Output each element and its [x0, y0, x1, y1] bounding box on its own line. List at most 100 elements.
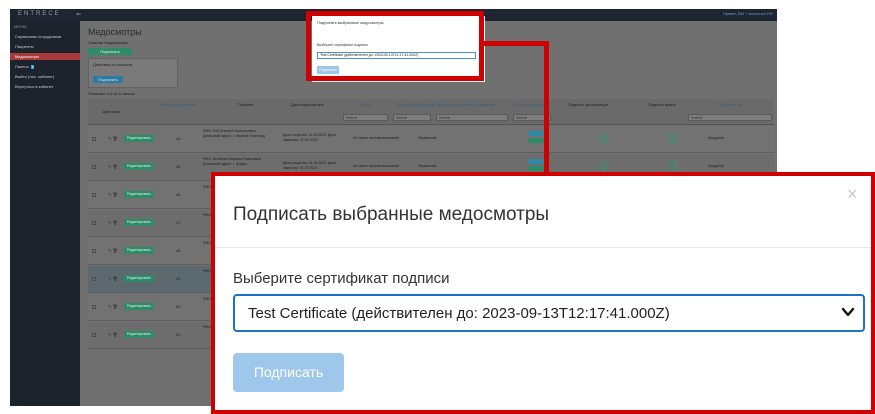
table-header: Действия Номер медосмотра Пациент Дата м…	[88, 99, 774, 125]
count-badge: 1	[30, 65, 35, 69]
status-text: Не имеет противопоказаний	[353, 164, 399, 168]
medcheck-number: 49	[176, 276, 181, 281]
list-actions-label: Действия со списком	[93, 62, 133, 67]
row-checkbox[interactable]	[92, 333, 96, 337]
medcheck-number: 47	[176, 220, 181, 225]
author-filter[interactable]: Любой	[436, 114, 508, 121]
sidebar-item-label: Пакеты	[15, 64, 29, 69]
row-checkbox[interactable]	[92, 249, 96, 253]
sidebar-item-logout[interactable]: Выйти (лич. кабинет)	[10, 73, 80, 80]
sidebar-item-medchecks[interactable]: Медосмотры	[10, 53, 80, 60]
list-actions-button[interactable]: Подписать	[93, 76, 123, 83]
medcheck-number: 44	[176, 136, 181, 141]
user-link[interactable]: Привет, ВМ + заполнен НО	[723, 11, 773, 16]
sidebar-item-patients[interactable]: Пациенты	[10, 43, 80, 50]
row-checkbox[interactable]	[92, 193, 96, 197]
type-text: Первичный	[418, 164, 437, 168]
app-logo: ENTRECE	[18, 11, 61, 17]
sidebar-item-label: Справочник сотрудников	[15, 34, 62, 39]
page-title: Медосмотры	[88, 27, 142, 37]
row-checkbox[interactable]	[92, 137, 96, 141]
edit-delete-icons[interactable]: ✎ 🗑	[108, 192, 118, 197]
column-header[interactable]: Номер медосмотра	[160, 102, 196, 107]
org-signature-icon	[598, 133, 608, 143]
org-filter[interactable]: Любой	[688, 114, 772, 121]
records-count: Показано 1-8 из 8 записи	[88, 91, 135, 96]
edit-row-button[interactable]: Редактировать	[124, 331, 154, 338]
medcheck-number: 46	[176, 192, 181, 197]
row-checkbox[interactable]	[92, 165, 96, 169]
status-filter[interactable]: Любой	[343, 114, 388, 121]
row-checkbox[interactable]	[92, 277, 96, 281]
sign-medchecks-button[interactable]: Подписать медосмотры	[88, 48, 132, 61]
column-header: Дата медосмотра	[291, 102, 324, 107]
status-text: Не имеет противопоказаний	[353, 136, 399, 140]
edit-delete-icons[interactable]: ✎ 🗑	[108, 136, 118, 141]
table-row[interactable]: ✎ 🗑 Редактировать 44 ФИО: Бой Алексей Анато…	[88, 126, 774, 153]
patient-info: ФИО: Игнатова Марина Романовна; Домашний…	[203, 157, 262, 166]
row-checkbox[interactable]	[92, 305, 96, 309]
column-header[interactable]: Организация	[718, 102, 742, 107]
highlight-connector	[484, 41, 549, 46]
edit-row-button[interactable]: Редактировать	[124, 275, 154, 282]
medcheck-number: 48	[176, 248, 181, 253]
medcheck-number: 45	[176, 164, 181, 169]
edit-delete-icons[interactable]: ✎ 🗑	[108, 332, 118, 337]
sidebar-title: МЕНЮ	[14, 24, 27, 29]
sidebar-item-employees[interactable]: Справочник сотрудников	[10, 33, 80, 40]
doctor-signature-icon	[668, 161, 678, 171]
column-header[interactable]: Статус	[360, 102, 373, 107]
edit-row-button[interactable]: Редактировать	[124, 163, 154, 170]
sidebar-item-label: Медосмотры	[15, 54, 39, 59]
menu-toggle-icon[interactable]: ⇐	[76, 11, 81, 18]
column-header: Пациент	[238, 102, 254, 107]
row-checkbox[interactable]	[92, 221, 96, 225]
list-actions-panel: Действия со списком Подписать	[88, 58, 178, 88]
close-icon[interactable]: ×	[847, 184, 858, 205]
column-header: Действия	[102, 109, 120, 114]
column-header: Подпись организации	[568, 102, 609, 107]
edit-row-button[interactable]: Редактировать	[124, 135, 154, 142]
edit-row-button[interactable]: Редактировать	[124, 191, 154, 198]
type-text: Первичный	[418, 136, 437, 140]
edit-row-button[interactable]: Редактировать	[124, 247, 154, 254]
doctor-signature-icon	[668, 133, 678, 143]
edit-delete-icons[interactable]: ✎ 🗑	[108, 220, 118, 225]
column-header[interactable]: Порядок обращения	[396, 102, 434, 107]
org-signature-icon	[598, 161, 608, 171]
certificate-select[interactable]: Test Certificate (действителен до: 2023-…	[233, 294, 865, 332]
screenshot-root: ENTRECE ⇐ Привет, ВМ + заполнен НО МЕНЮ …	[0, 0, 875, 414]
dialog-title: Подписать выбранные медосмотры	[233, 204, 550, 225]
organization-name: Медцентр	[708, 164, 725, 168]
patient-info: ФИО: Бой Алексей Анатольевич; Домашний а…	[203, 129, 265, 138]
column-header: Подпись врача	[648, 102, 676, 107]
medcheck-number: 51	[176, 332, 181, 337]
edit-delete-icons[interactable]: ✎ 🗑	[108, 248, 118, 253]
sign-dialog-zoomed: Подписать выбранные медосмотры × Выберит…	[211, 172, 875, 414]
column-header[interactable]: Статус выгрузки	[513, 102, 543, 107]
edit-row-button[interactable]: Редактировать	[124, 219, 154, 226]
chevron-down-icon	[841, 307, 855, 317]
edit-delete-icons[interactable]: ✎ 🗑	[108, 276, 118, 281]
type-filter[interactable]: Любой	[393, 114, 431, 121]
sidebar-item-back[interactable]: Вернуться в кабинет	[10, 83, 80, 90]
highlight-frame	[306, 11, 484, 81]
breadcrumb[interactable]: Главная Медосмотры	[88, 40, 128, 45]
column-header[interactable]: Автор и предоставить сведения	[436, 102, 495, 107]
dialog-header: Подписать выбранные медосмотры ×	[215, 176, 871, 248]
sidebar-item-label: Пациенты	[15, 44, 34, 49]
sidebar-item-label: Выйти (лич. кабинет)	[15, 74, 55, 79]
edit-delete-icons[interactable]: ✎ 🗑	[108, 304, 118, 309]
sidebar: МЕНЮ Справочник сотрудников Пациенты Мед…	[10, 21, 80, 406]
certificate-select-value: Test Certificate (действителен до: 2023-…	[248, 305, 670, 322]
medcheck-dates: Дата открытия: 31.03.2023; Дата закрытия…	[283, 161, 336, 170]
medcheck-number: 50	[176, 304, 181, 309]
sidebar-item-packages[interactable]: Пакеты 1	[10, 63, 80, 70]
certificate-label: Выберите сертификат подписи	[233, 270, 450, 287]
highlight-connector	[544, 41, 549, 177]
organization-name: Медцентр	[708, 136, 725, 140]
edit-row-button[interactable]: Редактировать	[124, 303, 154, 310]
sign-submit-button[interactable]: Подписать	[233, 353, 344, 392]
medcheck-dates: Дата открытия: 31.03.2023; Дата закрытия…	[283, 133, 336, 142]
edit-delete-icons[interactable]: ✎ 🗑	[108, 164, 118, 169]
